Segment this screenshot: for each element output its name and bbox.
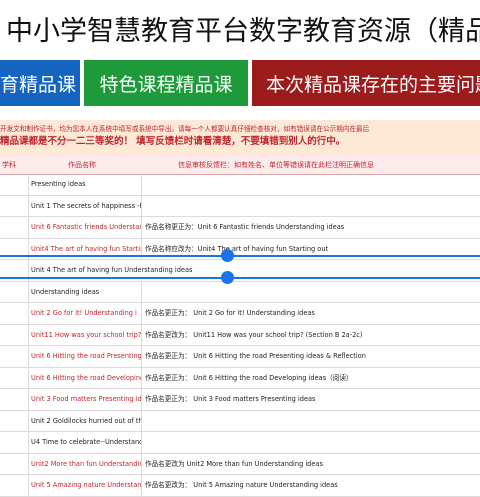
feedback-cell[interactable]: [141, 195, 480, 216]
course-name-cell[interactable]: Unit11 How was your school trip?: [28, 324, 141, 345]
course-name-cell[interactable]: Unit2 More than fun Understandin: [28, 453, 141, 474]
header-feedback: 信息审核反馈栏：如有姓名、单位等错误请在此栏注明正确信息: [178, 161, 374, 169]
notice-box: 开发文和制作证书，均为您本人在系统中填写或系统中导出，请每一个人都要认真仔细检查…: [0, 120, 480, 156]
table-row[interactable]: Unit 5 Amazing nature Understand 作品名更改为： …: [0, 475, 480, 497]
page-title-banner: 中小学智慧教育平台数字教育资源（精品课）获奖名: [0, 0, 480, 56]
selection-handle-bottom[interactable]: [221, 271, 234, 284]
feedback-cell[interactable]: 作品名更改为： Unit 5 Amazing nature Understand…: [141, 475, 480, 496]
course-name-cell[interactable]: Unit 6 Fantastic friends Understan: [28, 217, 141, 238]
table-row[interactable]: Unit11 How was your school trip? 作品名更改为： …: [0, 324, 480, 346]
feedback-cell[interactable]: [141, 174, 480, 195]
header-course-name: 作品名称: [68, 161, 96, 169]
table-row[interactable]: Unit 3 Food matters Presenting ide 作品名更正为…: [0, 389, 480, 411]
table-row[interactable]: U4 Time to celebrate--Understanding idea…: [0, 432, 480, 454]
selection-handle-top[interactable]: [221, 249, 234, 262]
course-name-cell[interactable]: Unit 1 The secrets of happiness -Reflect…: [28, 195, 141, 216]
course-name-cell[interactable]: Presenting ideas: [28, 174, 141, 195]
table-row[interactable]: Unit 2 Go for it! Understanding i 作品名更正为：…: [0, 303, 480, 325]
selection-top-line: [0, 255, 480, 257]
feedback-cell[interactable]: 作品名称更正为：Unit 6 Fantastic friends Underst…: [141, 217, 480, 238]
course-name-cell[interactable]: Unit 2 Goldilocks hurried out of the hou…: [28, 410, 141, 431]
course-name-cell[interactable]: Unit 6 Hitting the road Developing: [28, 367, 141, 388]
table-row[interactable]: Unit 6 Hitting the road Developing 作品名更正为…: [0, 367, 480, 389]
category-tabs: 育精品课 特色课程精品课 本次精品课存在的主要问题: [0, 60, 480, 106]
tab-education-course[interactable]: 育精品课: [0, 60, 80, 106]
tab-special-course[interactable]: 特色课程精品课: [84, 60, 248, 106]
course-name-cell[interactable]: Unit 5 Amazing nature Understand: [28, 475, 141, 496]
course-name-cell[interactable]: U4 Time to celebrate--Understanding idea…: [28, 432, 141, 453]
notice-line-2: 精品课都是不分一二三等奖的！ 填写反馈栏时请看清楚，不要填错到别人的行中。: [0, 136, 346, 147]
table-body: Presenting ideas Unit 1 The secrets of ha…: [0, 174, 480, 497]
course-name-cell[interactable]: Understanding ideas: [28, 281, 141, 302]
feedback-cell[interactable]: [141, 432, 480, 453]
course-name-cell[interactable]: Unit 6 Hitting the road Presenting: [28, 346, 141, 367]
table-row[interactable]: Unit 1 The secrets of happiness -Reflect…: [0, 195, 480, 217]
course-name-cell[interactable]: Unit 2 Go for it! Understanding i: [28, 303, 141, 324]
selection-bottom-line: [0, 277, 480, 279]
feedback-cell[interactable]: 作品名更正为： Unit 3 Food matters Presenting i…: [141, 389, 480, 410]
feedback-cell[interactable]: 作品名更正为： Unit 6 Hitting the road Developi…: [141, 367, 480, 388]
feedback-cell[interactable]: [141, 281, 480, 302]
feedback-cell[interactable]: 作品名更正为： Unit 6 Hitting the road Presenti…: [141, 346, 480, 367]
feedback-cell[interactable]: [141, 410, 480, 431]
table-row[interactable]: Unit 2 Goldilocks hurried out of the hou…: [0, 410, 480, 432]
table-header: 学科 作品名称 信息审核反馈栏：如有姓名、单位等错误请在此栏注明正确信息: [0, 156, 480, 175]
table-row[interactable]: Unit 6 Fantastic friends Understan 作品名称更正…: [0, 217, 480, 239]
feedback-cell[interactable]: 作品名更正为： Unit 2 Go for it! Understanding …: [141, 303, 480, 324]
course-name-cell[interactable]: Unit 3 Food matters Presenting ide: [28, 389, 141, 410]
feedback-cell[interactable]: 作品名更改为 Unit2 More than fun Understanding…: [141, 453, 480, 474]
table-row[interactable]: Presenting ideas: [0, 174, 480, 196]
table-row[interactable]: Unit2 More than fun Understandin 作品名更改为 U…: [0, 453, 480, 475]
page-title: 中小学智慧教育平台数字教育资源（精品课）获奖名: [6, 15, 480, 47]
table-row[interactable]: Understanding ideas: [0, 281, 480, 303]
tab-main-problems[interactable]: 本次精品课存在的主要问题: [252, 60, 480, 106]
header-subject: 学科: [2, 161, 16, 169]
notice-line-1: 开发文和制作证书，均为您本人在系统中填写或系统中导出，请每一个人都要认真仔细检查…: [0, 125, 370, 133]
table-row[interactable]: Unit 6 Hitting the road Presenting 作品名更正为…: [0, 346, 480, 368]
feedback-cell[interactable]: 作品名更改为： Unit11 How was your school trip?…: [141, 324, 480, 345]
